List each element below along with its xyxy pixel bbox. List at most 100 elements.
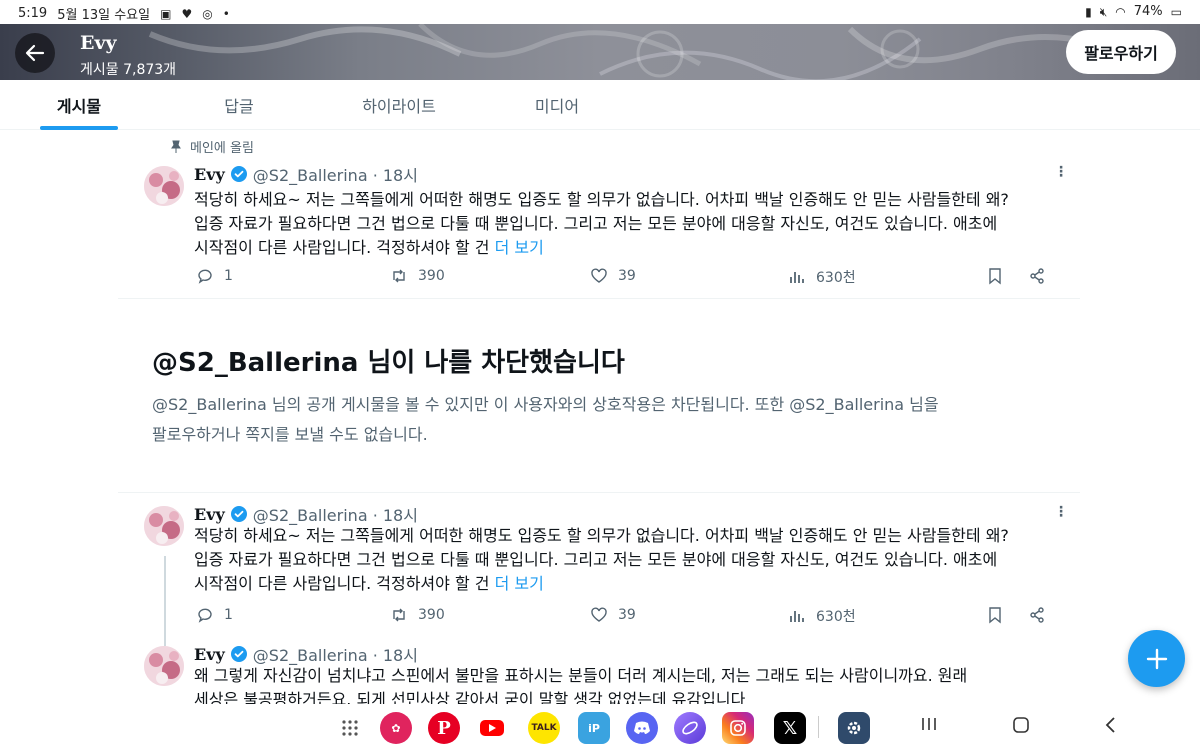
divider <box>118 298 1080 299</box>
tab-highlights[interactable]: 하이라이트 <box>340 80 458 130</box>
chevron-left-icon <box>1105 717 1115 733</box>
status-time: 5:19 <box>18 6 48 21</box>
like-button[interactable]: 39 <box>590 267 636 285</box>
heart-icon <box>591 268 607 283</box>
reply-count: 1 <box>224 607 233 623</box>
daisy-app-icon[interactable]: ✿ <box>380 712 412 744</box>
reply-icon <box>198 608 212 623</box>
views-icon <box>790 611 804 622</box>
retweet-icon <box>393 269 405 283</box>
follow-button[interactable]: 팔로우하기 <box>1066 30 1176 74</box>
retweet-count: 390 <box>418 607 445 623</box>
status-date: 5월 13일 수요일 <box>57 8 151 23</box>
kakaotalk-icon[interactable]: TALK <box>528 712 560 744</box>
tweet-line: 입증 자료가 필요하다면 그건 법으로 다툴 때 뿐입니다. 그리고 저는 모든… <box>194 550 998 569</box>
like-count: 39 <box>618 268 636 284</box>
bookmark-icon <box>989 607 1001 624</box>
share-button[interactable] <box>1028 267 1046 285</box>
more-options-icon[interactable]: ⋮ <box>1054 504 1068 520</box>
tweet-line-text: 시작점이 다른 사람입니다. 걱정하셔야 할 건 <box>194 574 490 593</box>
tweet-header: Evy @S2_Ballerina · 18시 <box>194 502 418 526</box>
bookmark-icon <box>989 268 1001 285</box>
battery-saver-icon: ▮ <box>1085 4 1092 19</box>
like-button[interactable]: 39 <box>590 606 636 624</box>
divider <box>118 492 1080 493</box>
tweet-text: 왜 그렇게 자신감이 넘치냐고 스핀에서 불만을 표하시는 분들이 더러 계시는… <box>194 664 1074 704</box>
battery-icon: ▭ <box>1170 4 1182 19</box>
dock-divider <box>818 716 819 738</box>
tweet-actions: 1 390 39 630천 <box>194 267 1074 289</box>
thread-connector <box>164 556 166 646</box>
tweet-actions: 1 390 39 630천 <box>194 606 1074 628</box>
heart-icon <box>591 607 607 622</box>
tweet-author[interactable]: Evy <box>194 165 225 184</box>
x-icon[interactable]: 𝕏 <box>774 712 806 744</box>
blocked-notice-description: @S2_Ballerina 님의 공개 게시물을 볼 수 있지만 이 사용자와의… <box>152 390 1032 450</box>
tweet-header: Evy @S2_Ballerina · 18시 <box>194 642 418 666</box>
retweet-button[interactable]: 390 <box>390 606 445 624</box>
tweet-line: 적당히 하세요~ 저는 그쪽들에게 어떠한 해명도 입증도 할 의무가 없습니다… <box>194 190 1009 209</box>
tweet[interactable]: Evy @S2_Ballerina · 18시 왜 그렇게 자신감이 넘치냐고 … <box>118 640 1080 704</box>
avatar[interactable] <box>144 646 184 686</box>
back-nav-button[interactable] <box>1104 716 1118 739</box>
tweet-handle[interactable]: @S2_Ballerina · 18시 <box>253 162 418 186</box>
battery-level: 74% <box>1133 4 1163 19</box>
reply-count: 1 <box>224 268 233 284</box>
tweet-line-text: 시작점이 다른 사람입니다. 걱정하셔야 할 건 <box>194 238 490 257</box>
reply-button[interactable]: 1 <box>196 267 233 285</box>
tweet-handle[interactable]: @S2_Ballerina · 18시 <box>253 502 418 526</box>
compose-button[interactable] <box>1128 630 1185 687</box>
apps-grid-icon[interactable] <box>334 712 366 744</box>
share-button[interactable] <box>1028 606 1046 624</box>
discord-icon[interactable] <box>626 712 658 744</box>
active-tab-indicator <box>40 126 118 130</box>
views-icon <box>790 272 804 283</box>
ibis-paint-icon[interactable]: iP <box>578 712 610 744</box>
verified-badge-icon <box>230 166 247 182</box>
tab-replies[interactable]: 답글 <box>190 80 288 130</box>
mute-icon: 🔇︎ <box>1099 4 1108 19</box>
home-button[interactable] <box>1012 716 1030 739</box>
browser-icon[interactable] <box>674 712 706 744</box>
tweet-author[interactable]: Evy <box>194 505 225 524</box>
recent-apps-icon <box>922 718 936 730</box>
pinterest-icon[interactable]: P <box>428 712 460 744</box>
tweet[interactable]: Evy @S2_Ballerina · 18시 ⋮ 적당히 하세요~ 저는 그쪽… <box>118 500 1080 630</box>
avatar[interactable] <box>144 166 184 206</box>
recent-apps-button[interactable] <box>920 716 938 737</box>
more-options-icon[interactable]: ⋮ <box>1054 164 1068 180</box>
views-button[interactable]: 630천 <box>788 606 856 626</box>
show-more-link[interactable]: 더 보기 <box>495 238 544 257</box>
avatar-image <box>144 646 184 686</box>
instagram-notification-icon: ◎ <box>202 6 213 21</box>
heart-notification-icon: ♥ <box>181 6 193 21</box>
tweet-handle[interactable]: @S2_Ballerina · 18시 <box>253 642 418 666</box>
verified-badge-icon <box>230 646 247 662</box>
tweet-author[interactable]: Evy <box>194 645 225 664</box>
tab-posts[interactable]: 게시물 <box>20 80 138 130</box>
profile-name: Evy <box>80 32 117 54</box>
bookmark-button[interactable] <box>986 267 1004 285</box>
profile-banner <box>0 24 1200 80</box>
banner-pattern <box>148 24 1152 80</box>
retweet-button[interactable]: 390 <box>390 267 445 285</box>
views-button[interactable]: 630천 <box>788 267 856 287</box>
plus-icon <box>1146 648 1167 669</box>
share-icon <box>1030 268 1044 284</box>
youtube-icon[interactable] <box>476 712 508 744</box>
view-count: 630천 <box>816 270 856 286</box>
show-more-link[interactable]: 더 보기 <box>495 574 544 593</box>
tab-media[interactable]: 미디어 <box>508 80 606 130</box>
bookmark-button[interactable] <box>986 606 1004 624</box>
instagram-icon[interactable] <box>722 712 754 744</box>
status-bar: 5:19 5월 13일 수요일 ▣ ♥ ◎ • ▮ 🔇︎ ◠ 74% ▭ <box>0 0 1200 24</box>
tweet-pinned[interactable]: Evy @S2_Ballerina · 18시 ⋮ 적당히 하세요~ 저는 그쪽… <box>118 160 1080 295</box>
pin-icon <box>171 140 181 153</box>
reply-button[interactable]: 1 <box>196 606 233 624</box>
status-left: 5:19 5월 13일 수요일 ▣ ♥ ◎ • <box>18 4 230 23</box>
more-notifications-icon: • <box>222 6 230 21</box>
settings-icon[interactable] <box>838 712 870 744</box>
avatar[interactable] <box>144 506 184 546</box>
back-button[interactable] <box>15 33 55 73</box>
home-icon <box>1013 717 1029 733</box>
